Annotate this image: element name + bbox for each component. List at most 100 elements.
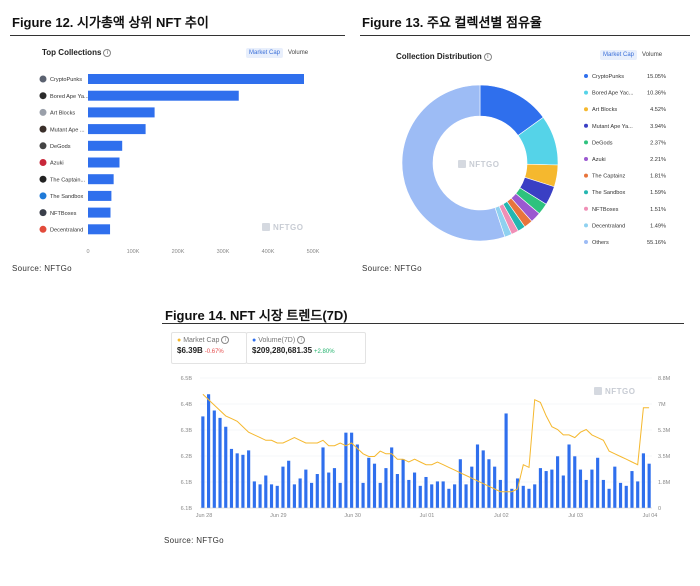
- volume-bar: [407, 479, 411, 508]
- legend-label: The Captainz: [592, 174, 625, 180]
- x-tick-label: 200K: [172, 249, 185, 255]
- volume-bar: [464, 484, 468, 508]
- nftgo-logo-icon: [594, 387, 602, 395]
- x-tick-label: Jun 30: [344, 513, 361, 519]
- volume-bar: [332, 468, 337, 508]
- bar: [88, 74, 304, 84]
- volume-bar: [601, 479, 605, 508]
- x-tick-label: Jul 03: [568, 513, 583, 519]
- y-left-tick-label: 6.3B: [181, 428, 193, 434]
- legend-value: 4.52%: [650, 107, 666, 113]
- category-label: DeGods: [50, 144, 71, 150]
- legend-marker: [584, 223, 588, 228]
- legend-value: 1.81%: [650, 174, 666, 180]
- bar: [88, 190, 112, 201]
- nftgo-logo-icon: [262, 223, 270, 231]
- bar: [88, 207, 111, 218]
- volume-bar: [607, 488, 611, 508]
- volume-bar: [355, 444, 359, 508]
- volume-bar: [458, 459, 462, 508]
- volume-bar: [493, 466, 497, 508]
- legend-value: 2.37%: [650, 140, 666, 146]
- volume-bar: [641, 453, 645, 508]
- y-right-tick-label: 8.8M: [658, 376, 671, 382]
- volume-bar: [201, 416, 205, 508]
- volume-bar: [596, 457, 600, 508]
- legend-marker: [584, 107, 588, 112]
- volume-bar: [544, 471, 548, 508]
- x-tick-label: Jul 02: [494, 513, 509, 519]
- top-collections-panel: Top Collections i Market Cap Volume Crypt…: [10, 38, 345, 256]
- collection-icon: [39, 92, 47, 100]
- volume-bar: [430, 484, 434, 508]
- volume-bar: [212, 410, 216, 508]
- nftgo-watermark: NFTGO: [594, 387, 636, 396]
- legend-marker: [584, 240, 588, 244]
- collection-icon: [39, 108, 47, 116]
- legend-label: Decentraland: [592, 223, 625, 229]
- x-tick-label: Jun 28: [196, 513, 213, 519]
- collection-icon: [39, 125, 47, 133]
- volume-bar: [269, 484, 274, 508]
- volume-bar: [550, 469, 554, 508]
- volume-bar: [367, 457, 371, 508]
- volume-bar: [401, 459, 405, 508]
- volume-bar: [435, 481, 440, 508]
- collection-distribution-chart: NFTGO CryptoPunks 15.05% Bored Ape Yac... 10…: [401, 74, 666, 246]
- volume-bar: [247, 450, 251, 508]
- volume-bar: [584, 479, 588, 508]
- volume-bar: [561, 475, 565, 508]
- volume-bar: [578, 469, 583, 508]
- volume-bar: [636, 481, 640, 508]
- y-left-tick-label: 6.2B: [181, 454, 193, 460]
- volume-bar: [481, 450, 485, 508]
- y-left-tick-label: 6.5B: [181, 376, 193, 382]
- x-tick-label: Jul 04: [643, 513, 658, 519]
- volume-bar: [287, 460, 291, 508]
- collection-icon: [39, 192, 47, 200]
- legend-label: Azuki: [592, 157, 606, 163]
- x-tick-label: Jul 01: [420, 513, 435, 519]
- collection-icon: [39, 75, 47, 83]
- volume-bar: [498, 479, 502, 508]
- bar: [88, 90, 239, 101]
- legend-label: CryptoPunks: [592, 74, 624, 80]
- volume-bar: [533, 484, 537, 508]
- volume-bar: [344, 432, 348, 508]
- legend-marker: [584, 206, 588, 211]
- legend-value: 3.94%: [650, 124, 666, 130]
- y-right-tick-label: 3.5M: [658, 454, 671, 460]
- legend-marker: [584, 140, 588, 145]
- legend-marker: [584, 123, 588, 128]
- volume-bar: [372, 463, 377, 508]
- x-tick-label: 0: [86, 249, 89, 255]
- market-trend-panel: ● Market Cap i $6.39B -0.67% ● Volume(7D)…: [162, 326, 684, 528]
- legend-label: NFTBoxes: [592, 207, 619, 213]
- y-right-tick-label: 5.3M: [658, 428, 671, 434]
- volume-bar: [338, 482, 342, 508]
- volume-bar: [475, 444, 480, 508]
- volume-bar: [298, 478, 302, 508]
- collection-icon: [39, 225, 47, 233]
- category-label: CryptoPunks: [50, 77, 82, 83]
- watermark-text: NFTGO: [605, 387, 636, 396]
- category-label: Azuki: [50, 161, 64, 167]
- volume-bar: [412, 472, 417, 508]
- category-label: Mutant Ape ...: [50, 127, 85, 133]
- legend-value: 1.49%: [650, 223, 666, 229]
- volume-bar: [292, 484, 296, 508]
- bar: [88, 224, 111, 235]
- volume-bar: [453, 484, 457, 508]
- volume-bar: [647, 463, 651, 508]
- legend-label: Others: [592, 240, 609, 246]
- collection-icon: [39, 175, 47, 183]
- top-collections-chart: CryptoPunks Bored Ape Ya... Art Blocks Muta…: [39, 74, 320, 255]
- legend-value: 15.05%: [647, 74, 666, 80]
- bar: [88, 107, 155, 118]
- bar: [88, 174, 114, 185]
- category-label: NFTBoxes: [50, 211, 77, 217]
- y-right-tick-label: 1.8M: [658, 480, 671, 486]
- collection-icon: [39, 142, 47, 150]
- legend-label: DeGods: [592, 140, 613, 146]
- bar: [88, 140, 123, 151]
